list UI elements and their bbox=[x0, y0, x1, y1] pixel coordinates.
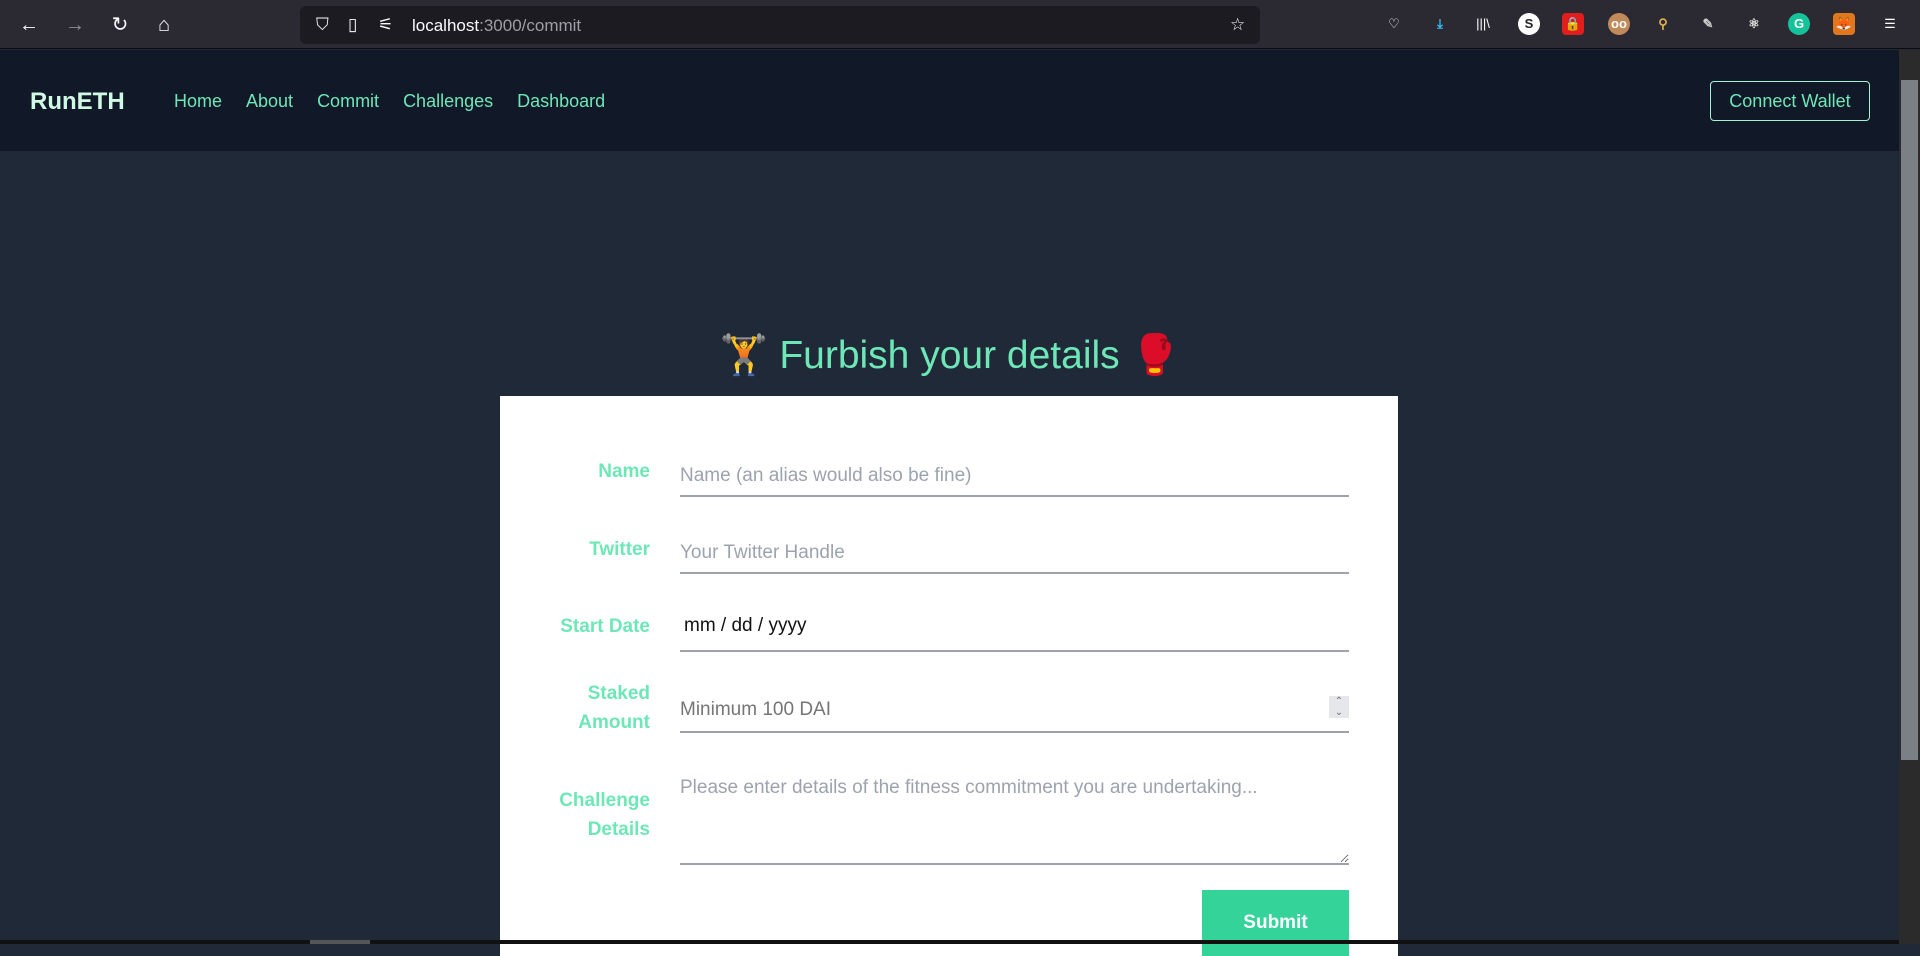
glasses-avatar-icon[interactable]: oo bbox=[1608, 13, 1630, 35]
browser-toolbar: ← → ↻ ⌂ ⛉ ▯ ⚟ localhost:3000/commit ☆ ♡ … bbox=[0, 0, 1920, 49]
start-date-value: mm / dd / yyyy bbox=[684, 615, 807, 636]
grammarly-icon[interactable]: G bbox=[1788, 13, 1810, 35]
url-bar[interactable]: ⛉ ▯ ⚟ localhost:3000/commit ☆ bbox=[300, 6, 1260, 44]
url-path: :3000/commit bbox=[479, 16, 582, 35]
nav-link-commit[interactable]: Commit bbox=[317, 91, 379, 112]
start-date-input[interactable]: mm / dd / yyyy bbox=[680, 609, 1349, 652]
details-label-line1: Challenge bbox=[559, 790, 650, 811]
shield-icon[interactable]: ⛉ bbox=[316, 15, 329, 35]
nav-link-home[interactable]: Home bbox=[174, 91, 222, 112]
scrollbar-thumb[interactable] bbox=[1901, 80, 1918, 760]
staked-amount-field: ⌃⌄ bbox=[680, 690, 1349, 733]
submit-button[interactable]: Submit bbox=[1202, 890, 1349, 956]
bookmark-star-icon[interactable]: ☆ bbox=[1230, 15, 1245, 35]
staked-label-line2: Amount bbox=[578, 712, 650, 733]
logo[interactable]: RunETH bbox=[30, 88, 125, 116]
challenge-details-label: Challenge Details bbox=[559, 786, 650, 844]
pocket-icon[interactable]: ♡ bbox=[1383, 13, 1405, 35]
page-title-text: Furbish your details bbox=[779, 334, 1120, 377]
boxing-glove-emoji-icon: 🥊 bbox=[1130, 334, 1180, 377]
page-title: 🏋️ Furbish your details 🥊 bbox=[0, 332, 1899, 378]
nav-link-about[interactable]: About bbox=[246, 91, 293, 112]
number-spinner-icon[interactable]: ⌃ ⌄ bbox=[1329, 696, 1349, 718]
site-navbar: RunETH Home About Commit Challenges Dash… bbox=[0, 50, 1899, 151]
url-host: localhost bbox=[412, 16, 480, 35]
start-date-label: Start Date bbox=[560, 616, 650, 637]
twitter-input[interactable] bbox=[680, 533, 1349, 574]
vertical-scrollbar[interactable] bbox=[1899, 50, 1920, 944]
nav-link-challenges[interactable]: Challenges bbox=[403, 91, 493, 112]
commit-form: Name Twitter Start Date mm / dd / yyyy S… bbox=[500, 396, 1398, 956]
name-label: Name bbox=[598, 461, 650, 482]
staked-amount-input[interactable] bbox=[680, 690, 1300, 730]
horizontal-scrollbar-thumb[interactable] bbox=[310, 940, 370, 944]
react-icon[interactable]: ⚛ bbox=[1743, 13, 1765, 35]
home-icon[interactable]: ⌂ bbox=[151, 12, 177, 38]
name-input[interactable] bbox=[680, 456, 1349, 497]
challenge-details-textarea[interactable] bbox=[680, 774, 1349, 865]
metamask-fox-icon[interactable]: 🦊 bbox=[1833, 13, 1855, 35]
reload-icon[interactable]: ↻ bbox=[107, 12, 133, 38]
broom-icon[interactable]: ⚲ bbox=[1652, 13, 1674, 35]
download-icon[interactable]: ⤓ bbox=[1429, 13, 1451, 35]
details-label-line2: Details bbox=[587, 819, 650, 840]
staked-label-line1: Staked bbox=[587, 683, 650, 704]
weightlifter-emoji-icon: 🏋️ bbox=[719, 334, 769, 377]
s-extension-icon[interactable]: S bbox=[1518, 13, 1540, 35]
library-icon[interactable]: |||\ bbox=[1472, 13, 1494, 35]
horizontal-scrollbar[interactable] bbox=[0, 940, 1899, 944]
nav-links: Home About Commit Challenges Dashboard bbox=[174, 91, 605, 112]
permissions-icon[interactable]: ⚟ bbox=[378, 15, 393, 35]
menu-icon[interactable]: ☰ bbox=[1879, 13, 1901, 35]
nav-link-dashboard[interactable]: Dashboard bbox=[517, 91, 605, 112]
forward-icon[interactable]: → bbox=[62, 12, 88, 38]
url-text[interactable]: localhost:3000/commit bbox=[412, 16, 581, 36]
lock-shield-icon[interactable]: 🔒 bbox=[1562, 13, 1584, 35]
page-icon: ▯ bbox=[348, 15, 358, 34]
twitter-label: Twitter bbox=[589, 539, 650, 560]
pen-icon[interactable]: ✎ bbox=[1697, 13, 1719, 35]
connect-wallet-button[interactable]: Connect Wallet bbox=[1710, 81, 1870, 121]
staked-amount-label: Staked Amount bbox=[578, 679, 650, 737]
back-icon[interactable]: ← bbox=[16, 12, 42, 38]
